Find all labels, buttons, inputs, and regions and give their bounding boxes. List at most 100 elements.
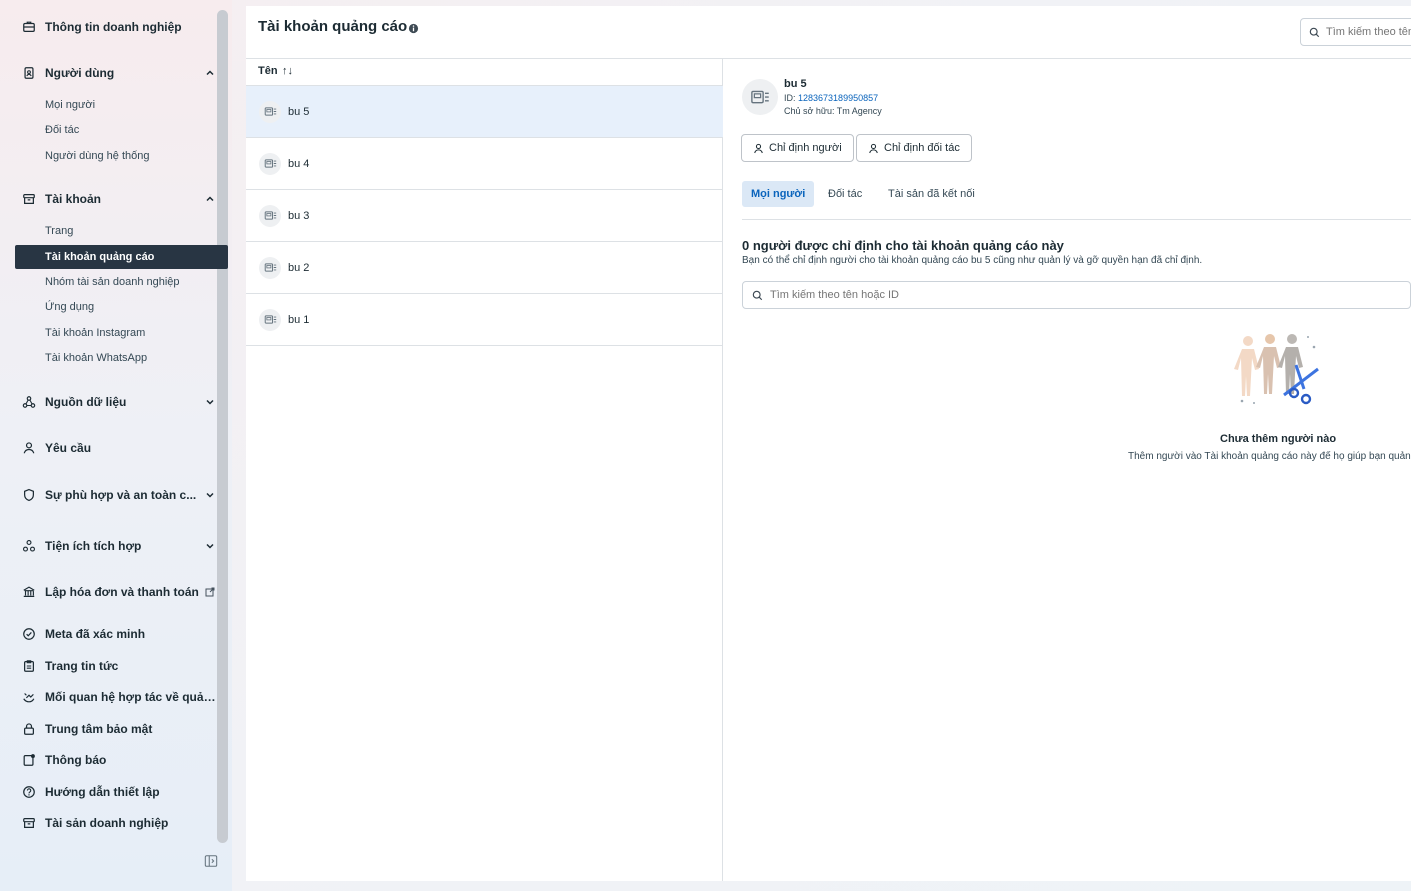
chevron-down-icon[interactable] <box>204 396 216 408</box>
tab-connected-assets[interactable]: Tài sản đã kết nối <box>879 181 984 207</box>
sidebar-item-data-sources[interactable]: Nguồn dữ liệu <box>20 391 216 413</box>
collapse-sidebar-icon[interactable] <box>203 853 219 869</box>
person-icon <box>754 143 763 153</box>
lock-icon <box>20 720 38 738</box>
help-icon <box>20 783 38 801</box>
page-header: Tài khoản quảng cáo <box>246 6 1411 59</box>
sidebar-scrollbar[interactable] <box>217 10 228 843</box>
list-item-name: bu 3 <box>288 209 310 222</box>
sidebar-item-notifications[interactable]: Thông báo <box>20 749 216 771</box>
box-icon <box>20 190 38 208</box>
sidebar-item-brand-safety[interactable]: Sự phù hợp và an toàn c... <box>20 484 216 506</box>
sidebar-item-meta-verified[interactable]: Meta đã xác minh <box>20 623 216 645</box>
sidebar-item-label: Thông tin doanh nghiệp <box>45 20 182 34</box>
sidebar-item-label: Mối quan hệ hợp tác về quảng ... <box>45 690 216 704</box>
list-item-name: bu 5 <box>288 105 310 118</box>
search-icon <box>752 290 763 300</box>
sidebar-subitem-pages[interactable]: Trang <box>45 222 73 240</box>
people-search-input[interactable] <box>770 289 1370 301</box>
ad-account-detail: bu 5 ID: 1283673189950857 Chủ sở hữu: Tm… <box>724 59 1411 881</box>
ad-account-id: ID: 1283673189950857 <box>784 93 878 103</box>
sidebar: Thông tin doanh nghiệp Người dùng Mọi ng… <box>0 0 232 891</box>
sidebar-subitem-system-users[interactable]: Người dùng hệ thống <box>45 147 149 165</box>
external-link-icon[interactable] <box>204 586 216 598</box>
list-header: Tên ↑↓ <box>246 59 723 86</box>
list-item[interactable]: bu 4 <box>246 138 723 190</box>
ad-account-id-link[interactable]: 1283673189950857 <box>798 93 878 103</box>
sidebar-item-setup-guide[interactable]: Hướng dẫn thiết lập <box>20 781 216 803</box>
sidebar-subitem-business-asset-groups[interactable]: Nhóm tài sản doanh nghiệp <box>45 273 180 291</box>
sidebar-item-business-info[interactable]: Thông tin doanh nghiệp <box>20 16 216 38</box>
info-icon[interactable] <box>408 23 419 34</box>
header-search[interactable] <box>1300 18 1411 46</box>
sidebar-item-security-center[interactable]: Trung tâm bảo mật <box>20 718 216 740</box>
verified-icon <box>20 625 38 643</box>
sidebar-item-label: Tài khoản <box>45 192 102 206</box>
archive-icon <box>20 814 38 832</box>
sidebar-item-label: Nguồn dữ liệu <box>45 395 127 409</box>
sidebar-subitem-partners[interactable]: Đối tác <box>45 121 79 139</box>
chevron-up-icon[interactable] <box>204 67 216 79</box>
ad-account-avatar <box>742 79 778 115</box>
clipboard-icon <box>20 657 38 675</box>
id-prefix: ID: <box>784 93 799 103</box>
ad-account-icon <box>259 100 281 123</box>
sidebar-item-label: Tài khoản quảng cáo <box>45 251 155 263</box>
assign-people-button[interactable]: Chỉ định người <box>741 134 854 162</box>
sidebar-item-billing[interactable]: Lập hóa đơn và thanh toán <box>20 581 216 603</box>
list-item[interactable]: bu 3 <box>246 190 723 242</box>
chevron-down-icon[interactable] <box>204 540 216 552</box>
sidebar-subitem-instagram[interactable]: Tài khoản Instagram <box>45 324 145 342</box>
chevron-up-icon[interactable] <box>204 193 216 205</box>
ad-account-icon <box>259 256 281 279</box>
column-name-header[interactable]: Tên <box>258 65 278 77</box>
sidebar-item-users[interactable]: Người dùng <box>20 62 216 84</box>
tab-partners[interactable]: Đối tác <box>819 181 871 207</box>
sidebar-subitem-ad-accounts[interactable]: Tài khoản quảng cáo <box>15 245 228 269</box>
page-title: Tài khoản quảng cáo <box>258 18 408 35</box>
sidebar-subitem-people[interactable]: Mọi người <box>45 96 95 114</box>
chevron-down-icon[interactable] <box>204 489 216 501</box>
sidebar-item-integrations[interactable]: Tiện ích tích hợp <box>20 535 216 557</box>
empty-state-description: Thêm người vào Tài khoản quảng cáo này đ… <box>1128 451 1411 462</box>
list-item[interactable]: bu 2 <box>246 242 723 294</box>
bell-icon <box>20 751 38 769</box>
sidebar-item-label: Hướng dẫn thiết lập <box>45 785 160 799</box>
list-item[interactable]: bu 5 <box>246 86 723 138</box>
ad-account-icon <box>259 308 281 331</box>
sidebar-subitem-whatsapp[interactable]: Tài khoản WhatsApp <box>45 349 147 367</box>
list-item-name: bu 1 <box>288 313 310 326</box>
person-icon <box>20 439 38 457</box>
nodes-icon <box>20 393 38 411</box>
sidebar-item-label: Trang tin tức <box>45 659 119 673</box>
sidebar-item-accounts[interactable]: Tài khoản <box>20 188 216 210</box>
section-description: Bạn có thể chỉ định người cho tài khoản … <box>742 255 1203 266</box>
sidebar-item-label: Yêu cầu <box>45 441 92 455</box>
puzzle-icon <box>20 537 38 555</box>
assign-people-label: Chỉ định người <box>769 142 842 154</box>
sort-icon[interactable]: ↑↓ <box>282 65 293 77</box>
sidebar-item-label: Meta đã xác minh <box>45 627 146 641</box>
sidebar-item-requests[interactable]: Yêu cầu <box>20 437 216 459</box>
ad-account-list: Tên ↑↓ bu 5 bu 4 bu 3 bu 2 bu 1 <box>246 59 723 881</box>
sidebar-item-label: Tài sản doanh nghiệp <box>45 816 169 830</box>
assign-partner-label: Chỉ định đối tác <box>884 142 960 154</box>
person-icon <box>869 143 878 153</box>
sidebar-item-label: Tiện ích tích hợp <box>45 539 142 553</box>
people-search[interactable] <box>742 281 1411 309</box>
ad-account-owner: Chủ sở hữu: Tm Agency <box>784 106 882 116</box>
sidebar-item-newsfeed[interactable]: Trang tin tức <box>20 655 216 677</box>
briefcase-icon <box>20 18 38 36</box>
search-icon <box>1309 27 1320 37</box>
sidebar-item-business-assets[interactable]: Tài sản doanh nghiệp <box>20 812 216 834</box>
sidebar-item-ad-partnerships[interactable]: Mối quan hệ hợp tác về quảng ... <box>20 686 216 708</box>
list-item-name: bu 2 <box>288 261 310 274</box>
sidebar-subitem-apps[interactable]: Ứng dụng <box>45 298 94 316</box>
badge-icon <box>20 64 38 82</box>
assign-partner-button[interactable]: Chỉ định đối tác <box>856 134 972 162</box>
ad-account-icon <box>259 152 281 175</box>
list-item[interactable]: bu 1 <box>246 294 723 346</box>
section-title: 0 người được chỉ định cho tài khoản quản… <box>742 238 1064 253</box>
header-search-input[interactable] <box>1326 26 1411 38</box>
tab-people[interactable]: Mọi người <box>742 181 815 207</box>
